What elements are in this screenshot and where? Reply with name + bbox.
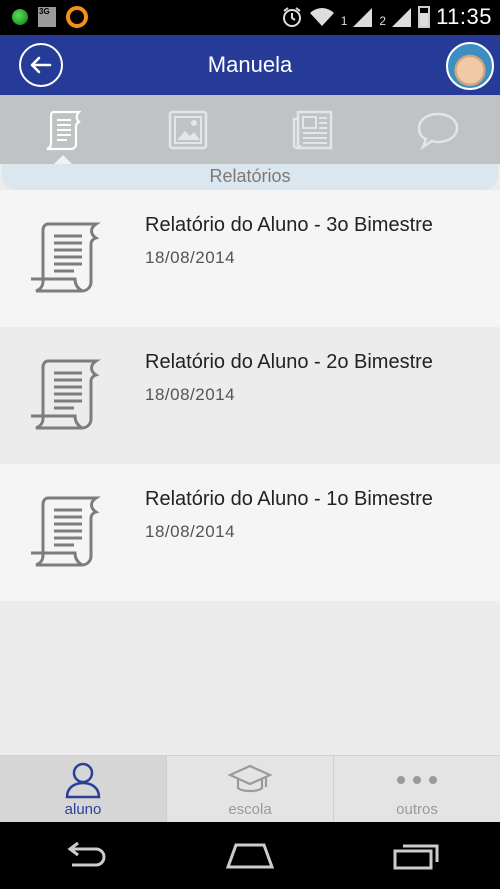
report-list: Relatório do Aluno - 3o Bimestre 18/08/2… xyxy=(0,190,500,601)
tab-news[interactable] xyxy=(250,95,375,164)
avatar[interactable] xyxy=(446,42,494,90)
report-title: Relatório do Aluno - 3o Bimestre xyxy=(145,214,433,236)
report-document-icon xyxy=(31,222,101,293)
system-back-button[interactable] xyxy=(53,836,113,876)
sim1-label: 1 xyxy=(340,14,348,28)
tab-messages[interactable] xyxy=(375,95,500,164)
chat-bubble-icon xyxy=(417,112,458,150)
system-recents-button[interactable] xyxy=(387,836,447,876)
report-title: Relatório do Aluno - 2o Bimestre xyxy=(145,351,433,373)
bottom-navigation: aluno escola outros xyxy=(0,755,500,822)
report-document-icon xyxy=(31,359,101,430)
network-badge: 3G xyxy=(39,7,50,16)
status-time: 11:35 xyxy=(436,4,492,29)
report-document-icon xyxy=(31,496,101,567)
alarm-icon xyxy=(282,7,301,27)
signal-sim1-icon xyxy=(353,8,373,27)
bottom-tab-label: aluno xyxy=(64,801,102,818)
tab-images[interactable] xyxy=(125,95,250,164)
bottom-tab-aluno[interactable]: aluno xyxy=(0,756,166,822)
sim2-label: 2 xyxy=(379,14,387,28)
report-date: 18/08/2014 xyxy=(145,385,236,404)
report-title: Relatório do Aluno - 1o Bimestre xyxy=(145,488,433,510)
graduation-cap-icon xyxy=(228,764,272,793)
report-date: 18/08/2014 xyxy=(145,248,236,267)
back-icon xyxy=(67,841,106,866)
section-tabs xyxy=(0,95,500,164)
network-3g-icon: 3G xyxy=(38,7,56,27)
report-scroll-icon xyxy=(46,110,82,150)
list-item[interactable]: Relatório do Aluno - 1o Bimestre 18/08/2… xyxy=(0,464,500,601)
system-nav-bar xyxy=(0,822,500,889)
signal-sim2-icon xyxy=(392,8,412,27)
more-dots-icon xyxy=(397,776,437,784)
bottom-tab-label: outros xyxy=(396,801,438,818)
notification-app-icon xyxy=(66,6,88,28)
home-icon xyxy=(225,843,275,868)
person-icon xyxy=(65,762,101,799)
system-home-button[interactable] xyxy=(220,836,280,876)
recents-icon xyxy=(393,844,439,869)
list-item[interactable]: Relatório do Aluno - 2o Bimestre 18/08/2… xyxy=(0,327,500,464)
bottom-tab-outros[interactable]: outros xyxy=(333,756,500,822)
report-date: 18/08/2014 xyxy=(145,522,236,541)
newspaper-icon xyxy=(292,110,332,149)
tab-reports[interactable] xyxy=(0,95,125,164)
status-bar: 3G 1 2 11:35 xyxy=(0,0,500,35)
bottom-tab-escola[interactable]: escola xyxy=(166,756,333,822)
wifi-icon xyxy=(309,8,334,26)
notification-green-icon xyxy=(12,9,28,25)
app-header: Manuela xyxy=(0,35,500,95)
page-title: Manuela xyxy=(207,52,293,77)
section-label: Relatórios xyxy=(2,164,498,190)
list-item[interactable]: Relatório do Aluno - 3o Bimestre 18/08/2… xyxy=(0,190,500,327)
battery-icon xyxy=(418,6,431,28)
image-icon xyxy=(168,110,207,149)
bottom-tab-label: escola xyxy=(228,801,272,818)
